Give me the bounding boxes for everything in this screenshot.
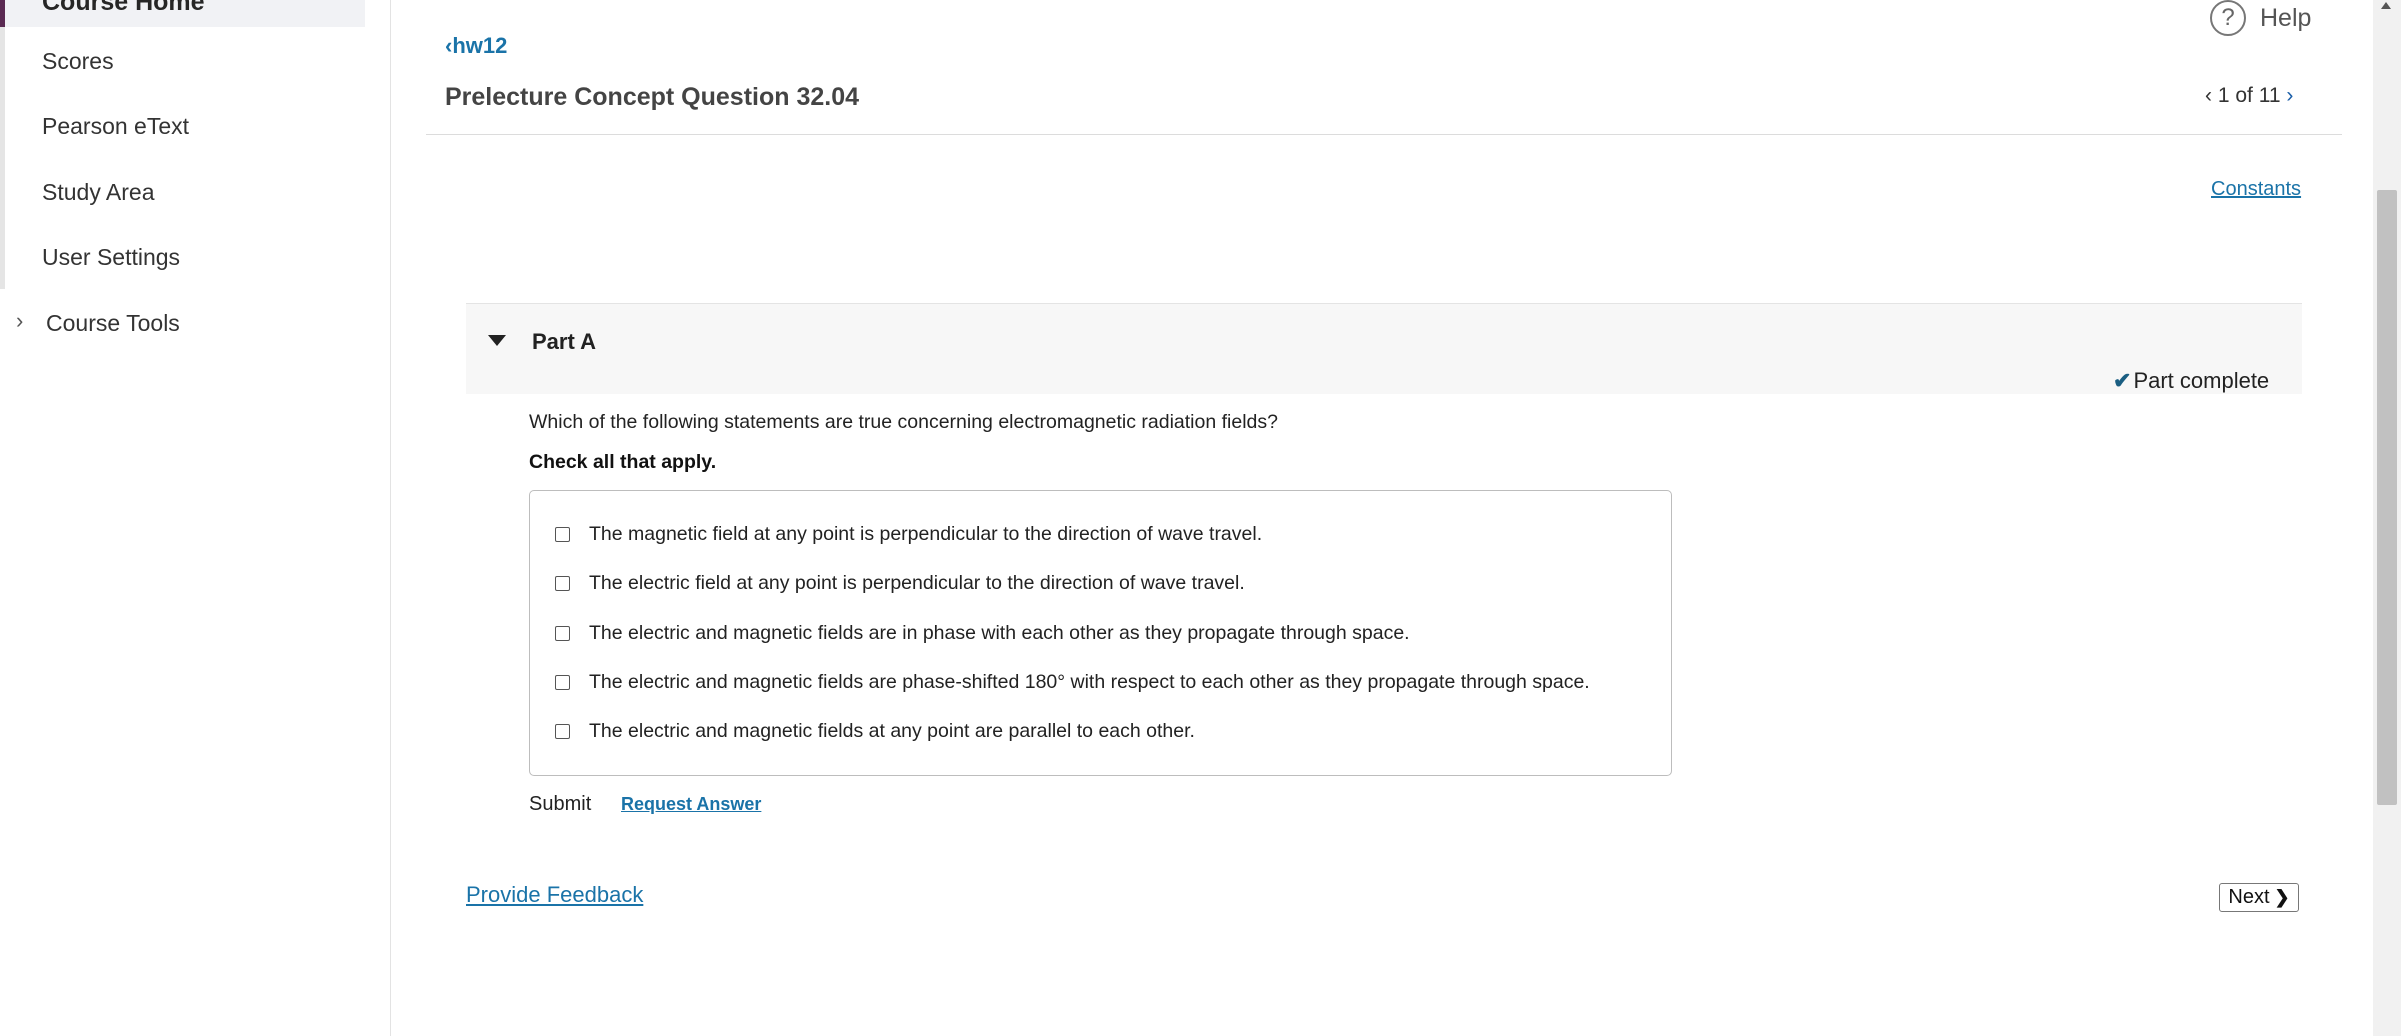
answer-option[interactable]: The electric field at any point is perpe… (555, 568, 1245, 598)
answer-option[interactable]: The electric and magnetic fields at any … (555, 716, 1195, 746)
answer-option[interactable]: The electric and magnetic fields are pha… (555, 667, 1590, 697)
request-answer-link[interactable]: Request Answer (621, 794, 761, 815)
previous-question-button[interactable]: ‹ (2205, 84, 2212, 107)
answer-option-label: The electric field at any point is perpe… (589, 571, 1245, 594)
instruction-text: Check all that apply. (529, 451, 717, 473)
answer-checkbox[interactable] (555, 526, 570, 542)
sidebar: Course Home Scores Pearson eText Study A… (0, 0, 391, 1036)
part-header: Part A ✔Part complete (466, 303, 2302, 394)
sidebar-item-course-tools[interactable]: Course Tools (46, 310, 180, 337)
answer-option[interactable]: The magnetic field at any point is perpe… (555, 519, 1262, 549)
part-title[interactable]: Part A (532, 329, 596, 355)
pager-position: 1 of 11 (2217, 84, 2281, 107)
answer-checkbox[interactable] (555, 575, 570, 591)
scroll-up-arrow-icon[interactable] (2381, 2, 2391, 9)
sidebar-item-scores[interactable]: Scores (42, 48, 114, 75)
help-button[interactable]: ? Help (2210, 0, 2311, 36)
answer-option-label: The electric and magnetic fields are in … (589, 621, 1410, 644)
next-button-label: Next (2228, 886, 2270, 908)
sidebar-accent-bar (0, 0, 5, 289)
next-question-button[interactable]: › (2286, 84, 2293, 107)
help-circle-icon: ? (2210, 0, 2246, 36)
help-label: Help (2260, 3, 2312, 32)
sidebar-item-user-settings[interactable]: User Settings (42, 244, 180, 271)
answer-option[interactable]: The electric and magnetic fields are in … (555, 618, 1410, 648)
answer-option-label: The magnetic field at any point is perpe… (589, 522, 1263, 545)
submit-button[interactable]: Submit (529, 793, 591, 816)
chevron-right-icon[interactable]: › (16, 308, 23, 334)
answer-checkbox[interactable] (555, 723, 570, 739)
answer-checkbox[interactable] (555, 625, 570, 641)
constants-link[interactable]: Constants (2211, 178, 2301, 201)
sidebar-active-indicator (0, 0, 5, 27)
back-to-assignment-link[interactable]: ‹hw12 (445, 33, 507, 59)
sidebar-item-study-area[interactable]: Study Area (42, 179, 155, 206)
next-button[interactable]: Next ❯ (2219, 883, 2299, 912)
sidebar-item-course-home-label[interactable]: Course Home (42, 0, 205, 17)
question-pager: ‹ 1 of 11 › (2205, 84, 2293, 108)
answer-option-label: The electric and magnetic fields at any … (589, 719, 1195, 742)
scrollbar-thumb[interactable] (2377, 190, 2397, 805)
header-divider (426, 134, 2342, 135)
part-status: ✔Part complete (2113, 368, 2269, 394)
question-text: Which of the following statements are tr… (529, 411, 1278, 433)
sidebar-item-pearson-etext[interactable]: Pearson eText (42, 113, 189, 140)
provide-feedback-link[interactable]: Provide Feedback (466, 882, 643, 908)
answer-options: The magnetic field at any point is perpe… (529, 490, 1672, 776)
caret-down-icon[interactable] (488, 335, 506, 346)
part-status-label: Part complete (2133, 368, 2270, 393)
checkmark-icon: ✔ (2113, 368, 2132, 393)
back-link-label: hw12 (452, 33, 508, 58)
page-title: Prelecture Concept Question 32.04 (445, 83, 860, 111)
chevron-right-icon: ❯ (2274, 887, 2290, 907)
scrollbar[interactable] (2373, 0, 2401, 1036)
answer-option-label: The electric and magnetic fields are pha… (589, 670, 1590, 693)
answer-checkbox[interactable] (555, 674, 570, 690)
